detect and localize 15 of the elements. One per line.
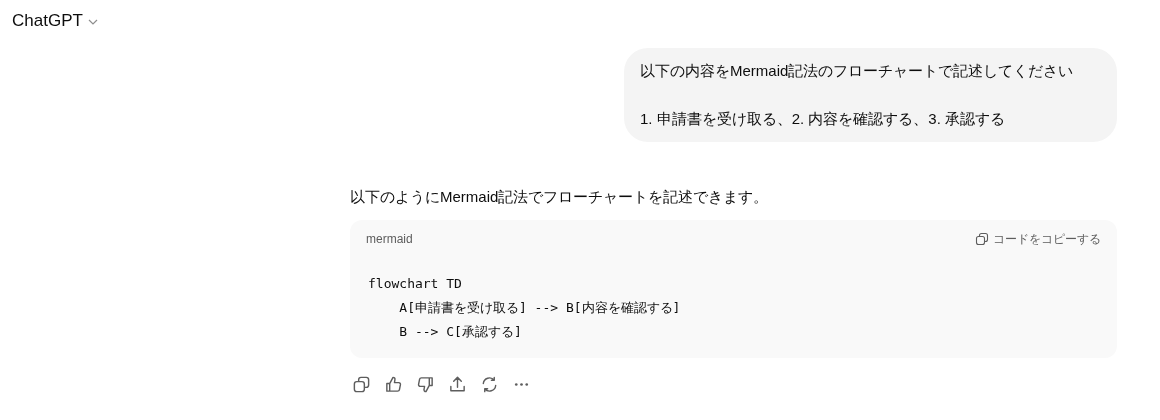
copy-icon	[975, 231, 989, 246]
model-name[interactable]: ChatGPT	[12, 9, 83, 32]
refresh-icon[interactable]	[480, 375, 499, 394]
code-language: mermaid	[366, 230, 413, 248]
copy-icon[interactable]	[352, 375, 371, 394]
share-icon[interactable]	[448, 375, 467, 394]
code-line: flowchart TD	[368, 275, 462, 293]
code-line: B --> C[承認する]	[398, 323, 522, 341]
thumbs-down-icon[interactable]	[416, 375, 435, 394]
assistant-message: 以下のようにMermaid記法でフローチャートを記述できます。	[350, 187, 770, 207]
thumbs-up-icon[interactable]	[384, 375, 403, 394]
copy-code-button[interactable]: コードをコピーする	[975, 229, 1101, 248]
message-paragraph: 以下の内容をMermaid記法のフローチャートで記述してください	[640, 61, 1075, 81]
code-line: A[申請書を受け取る] --> B[内容を確認する]	[398, 299, 681, 317]
message-paragraph: 1. 申請書を受け取る、2. 内容を確認する、3. 承認する	[640, 109, 1007, 129]
